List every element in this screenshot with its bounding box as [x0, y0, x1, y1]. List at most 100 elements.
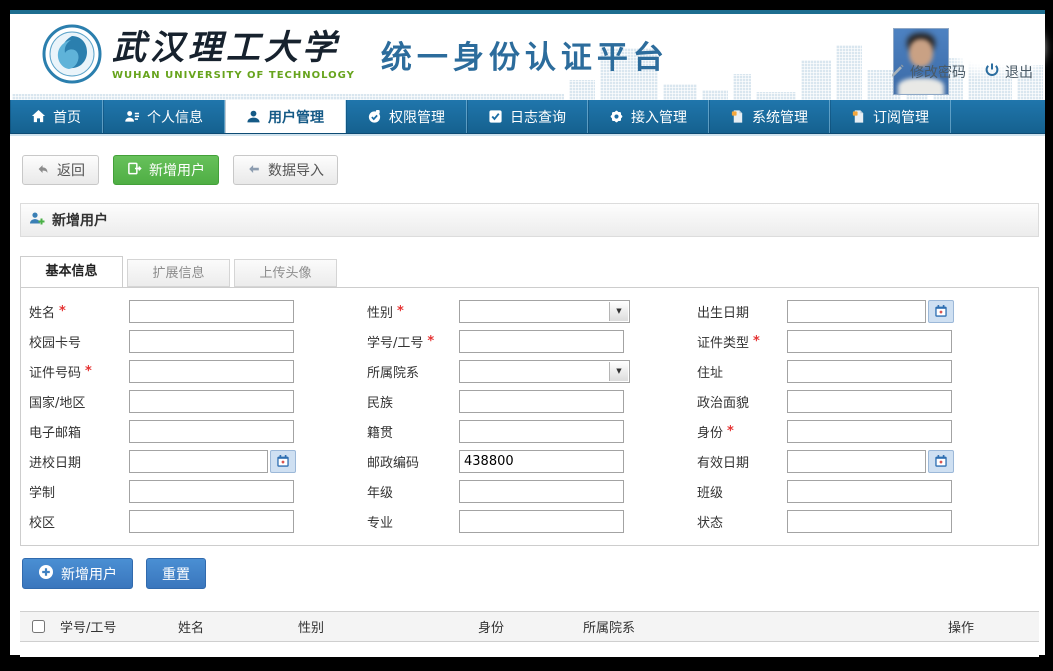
campus-card-input[interactable] [129, 330, 294, 353]
country-field: 国家/地区 [29, 389, 367, 413]
name-field: 姓名 * [29, 299, 367, 323]
major-input[interactable] [459, 510, 624, 533]
back-button[interactable]: 返回 [22, 155, 99, 185]
gender-select[interactable]: ▼ [459, 300, 630, 323]
field-label: 政治面貌 [697, 392, 749, 411]
nav-item-system-management[interactable]: 系统管理 [709, 100, 830, 133]
field-label: 出生日期 [697, 302, 749, 321]
ethnicity-input[interactable] [459, 390, 624, 413]
add-user-toolbar-button[interactable]: 新增用户 [113, 155, 219, 185]
field-label: 姓名 [29, 302, 55, 321]
nav-item-home[interactable]: 首页 [10, 100, 103, 133]
field-label: 电子邮箱 [29, 422, 81, 441]
add-user-icon [127, 161, 142, 179]
campus-input[interactable] [129, 510, 294, 533]
platform-title: 统一身份认证平台 [381, 32, 669, 77]
tab-upload-avatar[interactable]: 上传头像 [234, 259, 337, 287]
nav-item-profile[interactable]: 个人信息 [103, 100, 225, 133]
field-label: 国家/地区 [29, 392, 85, 411]
address-field: 住址 [697, 359, 1030, 383]
submit-add-user-button[interactable]: 新增用户 [22, 558, 133, 589]
political-status-input[interactable] [787, 390, 952, 413]
class-input[interactable] [787, 480, 952, 503]
birthdate-input[interactable] [787, 300, 926, 323]
plus-circle-icon [38, 564, 54, 583]
arrow-left-icon [36, 162, 50, 179]
grade-input[interactable] [459, 480, 624, 503]
nav-item-log-query[interactable]: 日志查询 [467, 100, 588, 133]
user-form: 姓名* 性别* ▼ 出生日期 校园卡号 学号/工号* [29, 299, 1030, 533]
field-label: 状态 [697, 512, 723, 531]
email-field: 电子邮箱 [29, 419, 367, 443]
university-name-en: WUHAN UNIVERSITY OF TECHNOLOGY [112, 70, 355, 81]
section-header: 新增用户 [20, 203, 1039, 237]
field-label: 邮政编码 [367, 452, 419, 471]
valid-date-input[interactable] [787, 450, 926, 473]
id-number-input[interactable] [129, 360, 294, 383]
department-select[interactable]: ▼ [459, 360, 630, 383]
email-input[interactable] [129, 420, 294, 443]
enrollment-date-field: 进校日期 [29, 449, 367, 473]
system-icon [730, 109, 745, 124]
native-place-input[interactable] [459, 420, 624, 443]
identity-field: 身份* [697, 419, 1030, 443]
col-gender: 性别 [294, 612, 474, 642]
field-label: 校园卡号 [29, 332, 81, 351]
toolbar: 返回 新增用户 数据导入 [10, 136, 1045, 203]
nav-label: 系统管理 [752, 107, 808, 127]
app-window: 武汉理工大学 WUHAN UNIVERSITY OF TECHNOLOGY 统一… [10, 10, 1045, 655]
chevron-down-icon[interactable]: ▼ [609, 302, 628, 321]
nav-item-user-management[interactable]: 用户管理 [225, 100, 346, 133]
calendar-button[interactable] [928, 300, 954, 323]
postal-code-input[interactable] [459, 450, 624, 473]
logout-link[interactable]: 退出 [984, 62, 1033, 82]
schooling-length-field: 学制 [29, 479, 367, 503]
select-all-checkbox[interactable] [32, 620, 45, 633]
field-label: 籍贯 [367, 422, 393, 441]
student-id-input[interactable] [459, 330, 624, 353]
chevron-down-icon[interactable]: ▼ [609, 362, 628, 381]
field-label: 校区 [29, 512, 55, 531]
col-student-id: 学号/工号 [56, 612, 174, 642]
required-asterisk: * [753, 334, 760, 349]
permission-icon [367, 109, 382, 124]
basic-info-panel: 姓名* 性别* ▼ 出生日期 校园卡号 学号/工号* [20, 287, 1039, 546]
data-import-button[interactable]: 数据导入 [233, 155, 338, 185]
status-input[interactable] [787, 510, 952, 533]
nav-item-subscription-management[interactable]: 订阅管理 [830, 100, 951, 133]
submit-label: 新增用户 [61, 564, 117, 584]
field-label: 专业 [367, 512, 393, 531]
home-icon [31, 109, 46, 124]
add-user-label: 新增用户 [149, 160, 205, 180]
nav-label: 接入管理 [631, 107, 687, 127]
name-input[interactable] [129, 300, 294, 323]
university-logo-icon [42, 24, 102, 84]
calendar-button[interactable] [270, 450, 296, 473]
address-input[interactable] [787, 360, 952, 383]
id-type-input[interactable] [787, 330, 952, 353]
header: 武汉理工大学 WUHAN UNIVERSITY OF TECHNOLOGY 统一… [10, 14, 1045, 100]
identity-input[interactable] [787, 420, 952, 443]
tabs: 基本信息 扩展信息 上传头像 [20, 256, 1039, 287]
schooling-length-input[interactable] [129, 480, 294, 503]
required-asterisk: * [727, 424, 734, 439]
tab-extended-info[interactable]: 扩展信息 [127, 259, 230, 287]
import-label: 数据导入 [268, 160, 324, 180]
field-label: 所属院系 [367, 362, 419, 381]
field-label: 性别 [367, 302, 393, 321]
country-input[interactable] [129, 390, 294, 413]
enrollment-date-input[interactable] [129, 450, 268, 473]
power-icon [984, 62, 1000, 82]
empty-table-body [20, 642, 1039, 657]
calendar-button[interactable] [928, 450, 954, 473]
field-label: 学制 [29, 482, 55, 501]
reset-button[interactable]: 重置 [146, 558, 206, 589]
change-password-link[interactable]: 修改密码 [890, 62, 966, 82]
nav-item-access-management[interactable]: 接入管理 [588, 100, 709, 133]
col-department: 所属院系 [579, 612, 944, 642]
nav-item-permission-management[interactable]: 权限管理 [346, 100, 467, 133]
nav-label: 首页 [53, 107, 81, 127]
postal-code-field: 邮政编码 [367, 449, 697, 473]
required-asterisk: * [59, 304, 66, 319]
tab-basic-info[interactable]: 基本信息 [20, 256, 123, 287]
